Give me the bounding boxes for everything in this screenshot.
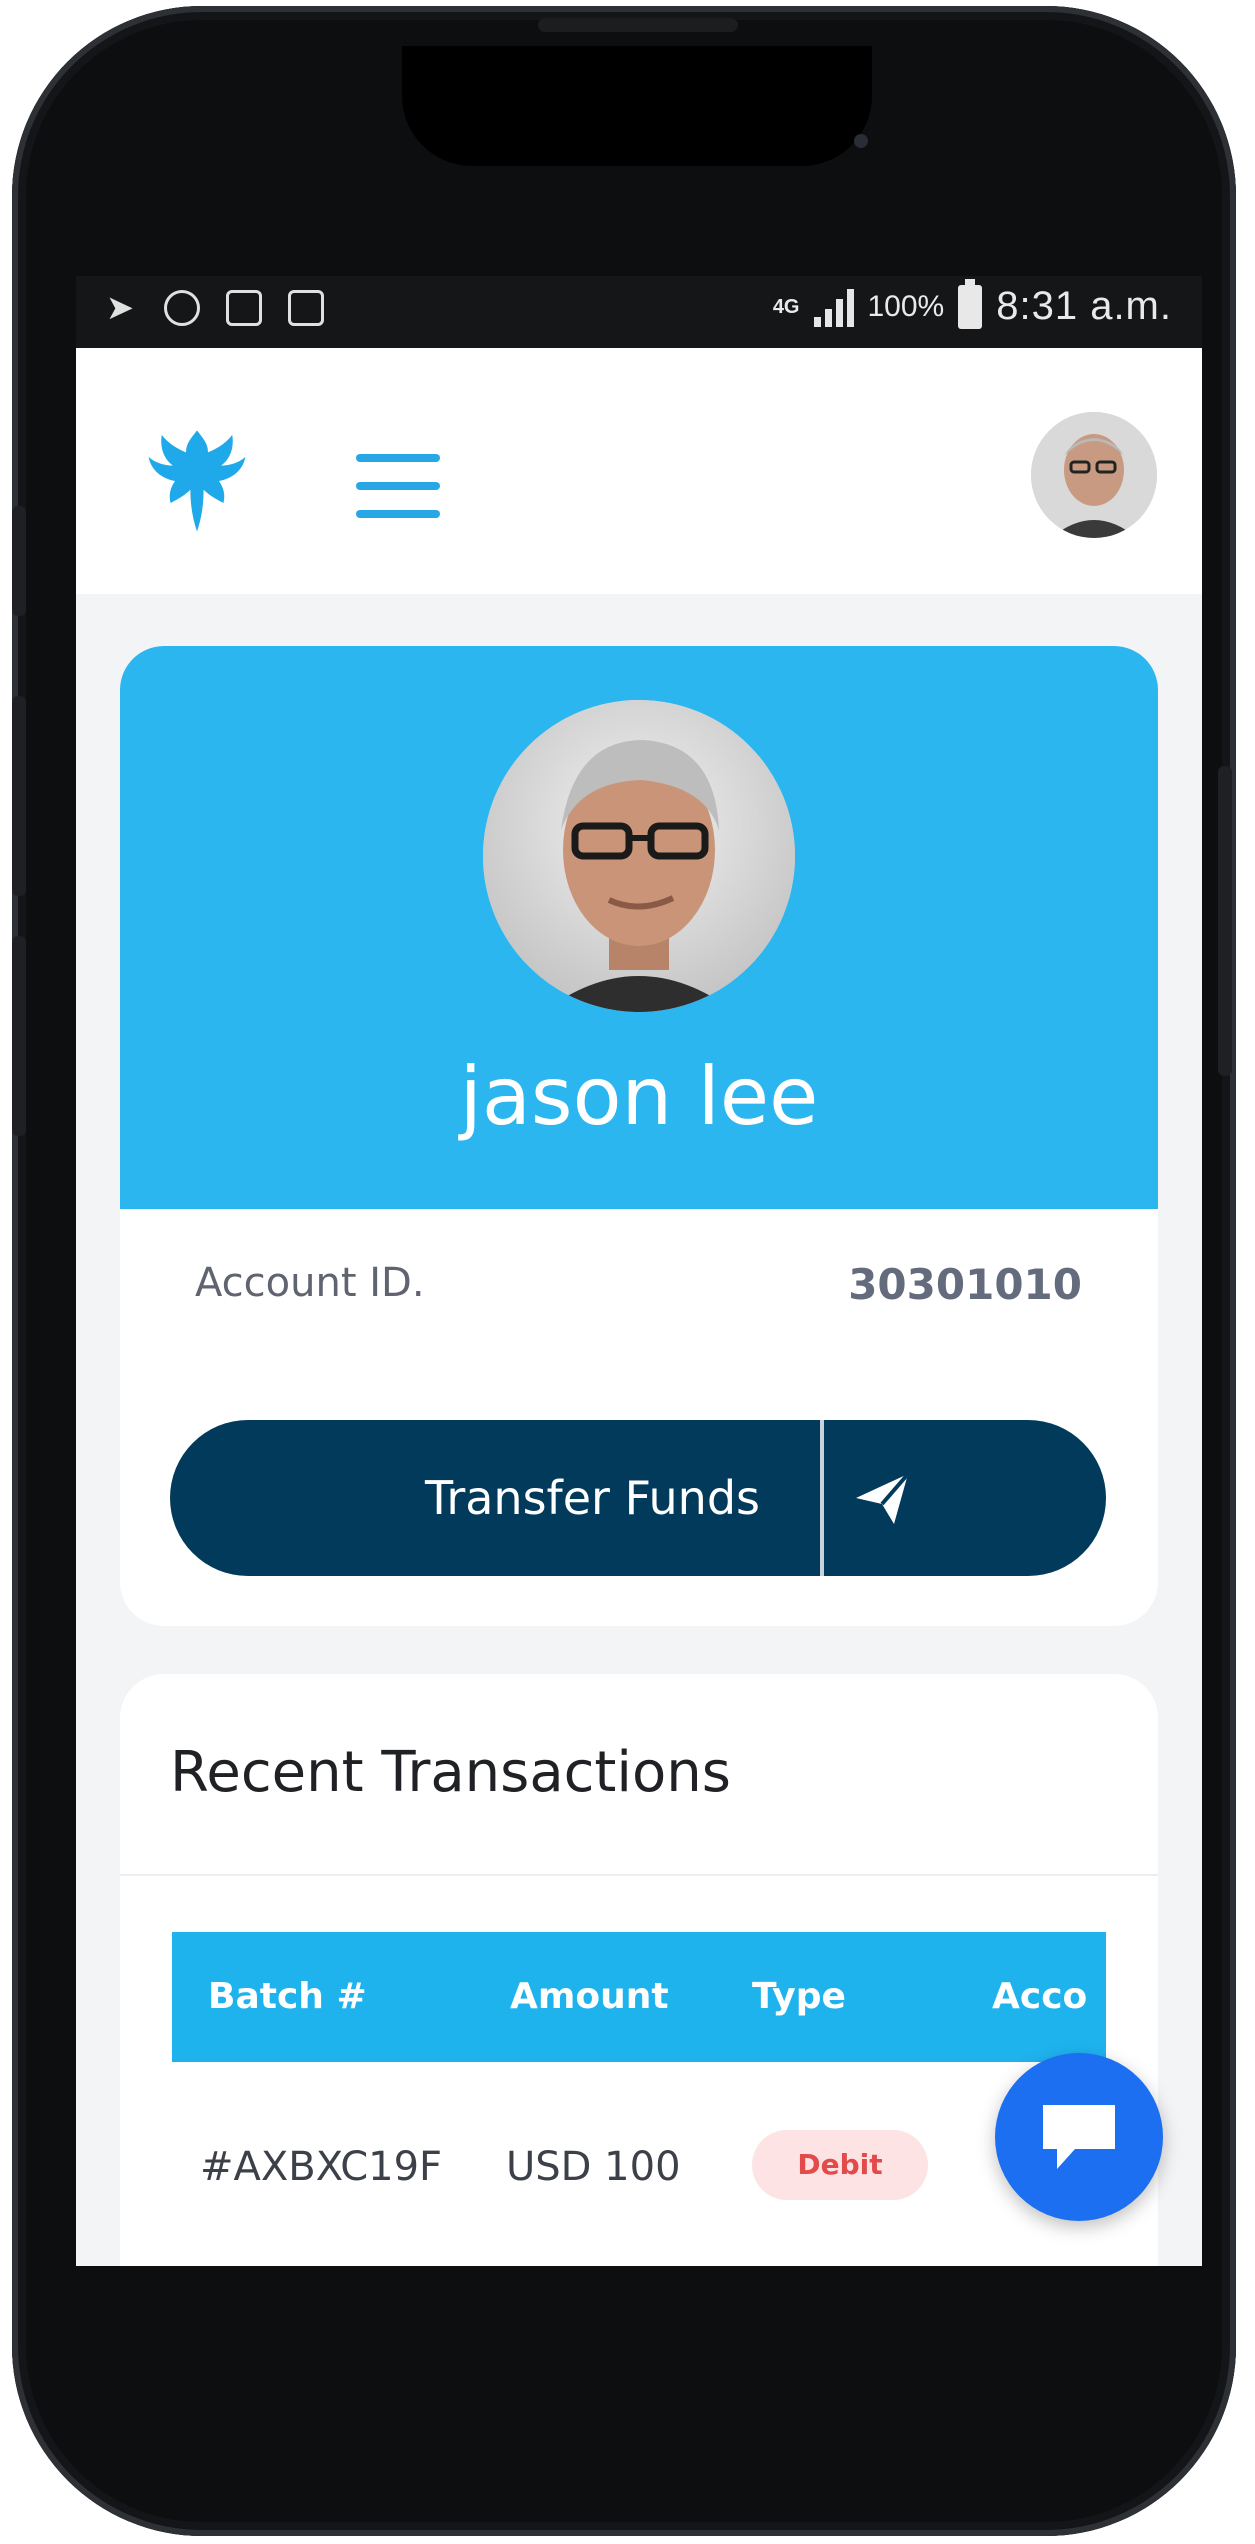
power-button xyxy=(1218,766,1232,1076)
image-notification-icon xyxy=(226,290,262,326)
wallet-notification-icon xyxy=(288,290,324,326)
transfer-funds-button[interactable]: Transfer Funds xyxy=(170,1420,1106,1576)
profile-card: jason lee Account ID. 30301010 Transfer … xyxy=(120,646,1158,1626)
notification-icons: ➤ xyxy=(102,290,324,326)
profile-name: jason lee xyxy=(459,1050,819,1143)
avatar[interactable] xyxy=(1031,412,1157,538)
column-header-batch: Batch # xyxy=(208,1976,367,2017)
recent-transactions-card: Recent Transactions Batch # Amount Type … xyxy=(120,1674,1158,2266)
app-notification-icon xyxy=(164,290,200,326)
side-button xyxy=(12,506,26,616)
status-badge: Debit xyxy=(752,2130,928,2200)
screen: ➤ 4G 100% 8:31 a.m. jason lee Account ID… xyxy=(76,276,1202,2266)
app-header xyxy=(76,348,1202,594)
battery-percent: 100% xyxy=(867,289,945,323)
chat-button[interactable] xyxy=(995,2053,1163,2221)
amount-cell: USD 100 xyxy=(506,2144,681,2190)
eagle-logo-icon[interactable] xyxy=(142,426,252,536)
table-row[interactable]: #AXBXC19F USD 100 Debit xyxy=(172,2062,1106,2266)
clock: 8:31 a.m. xyxy=(996,284,1172,328)
account-id-value: 30301010 xyxy=(848,1260,1082,1309)
account-id-label: Account ID. xyxy=(195,1260,425,1306)
phone-frame: ➤ 4G 100% 8:31 a.m. jason lee Account ID… xyxy=(12,6,1236,2536)
system-indicators: 4G 100% 8:31 a.m. xyxy=(772,278,1172,329)
chat-bubble-icon xyxy=(1043,2105,1115,2169)
send-icon xyxy=(856,1472,910,1524)
notch xyxy=(402,46,872,166)
user-avatar-icon xyxy=(1031,412,1157,538)
divider xyxy=(120,1874,1158,1876)
section-title: Recent Transactions xyxy=(170,1740,731,1805)
table-header: Batch # Amount Type Acco xyxy=(172,1932,1106,2062)
volume-up-button xyxy=(12,696,26,896)
column-header-amount: Amount xyxy=(510,1976,669,2017)
status-bar: ➤ 4G 100% 8:31 a.m. xyxy=(76,276,1202,348)
volume-down-button xyxy=(12,936,26,1136)
hamburger-menu-icon[interactable] xyxy=(356,454,440,524)
send-notification-icon: ➤ xyxy=(105,289,135,327)
front-camera-icon xyxy=(854,134,868,148)
batch-cell: #AXBXC19F xyxy=(200,2144,443,2190)
column-header-account: Acco xyxy=(992,1976,1088,2017)
speaker-grille xyxy=(538,18,738,32)
battery-icon xyxy=(958,278,983,329)
column-header-type: Type xyxy=(752,1976,846,2017)
user-avatar-icon xyxy=(483,700,795,1012)
network-type: 4G xyxy=(772,295,800,318)
transactions-table: Batch # Amount Type Acco #AXBXC19F USD 1… xyxy=(172,1932,1106,2266)
transfer-funds-label: Transfer Funds xyxy=(424,1471,760,1525)
profile-header: jason lee xyxy=(120,646,1158,1209)
profile-avatar xyxy=(483,700,795,1012)
button-divider xyxy=(820,1420,824,1576)
signal-icon xyxy=(813,287,854,327)
